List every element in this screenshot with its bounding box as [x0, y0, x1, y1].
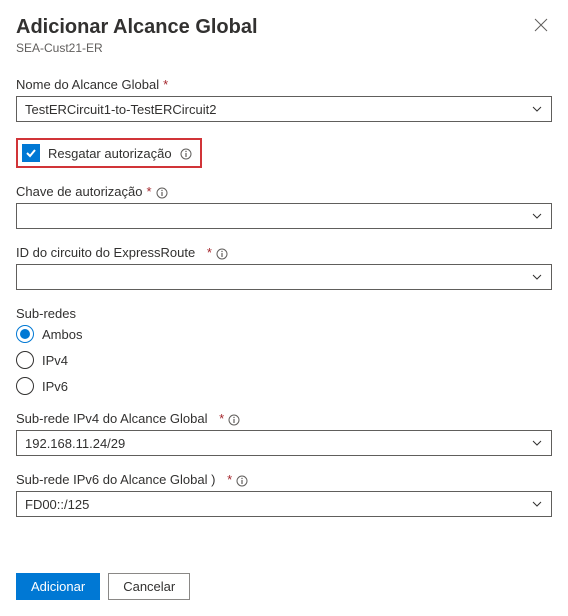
- ipv4subnet-dropdown[interactable]: 192.168.11.24/29: [16, 430, 552, 456]
- radio-both-label: Ambos: [42, 327, 82, 342]
- ipv6subnet-label-text: Sub-rede IPv6 do Alcance Global ): [16, 472, 215, 487]
- chevron-down-icon: [531, 210, 543, 222]
- required-indicator: *: [207, 245, 212, 260]
- ipv6subnet-label: Sub-rede IPv6 do Alcance Global ) *: [16, 472, 552, 487]
- info-icon[interactable]: [228, 411, 240, 426]
- radio-ipv6-label: IPv6: [42, 379, 68, 394]
- subnets-label-text: Sub-redes: [16, 306, 76, 321]
- ipv4subnet-label: Sub-rede IPv4 do Alcance Global *: [16, 411, 552, 426]
- add-button[interactable]: Adicionar: [16, 573, 100, 600]
- circuitid-label-text: ID do circuito do ExpressRoute: [16, 245, 195, 260]
- radio-ipv6[interactable]: IPv6: [16, 377, 552, 395]
- radio-both[interactable]: Ambos: [16, 325, 552, 343]
- cancel-button[interactable]: Cancelar: [108, 573, 190, 600]
- ipv6subnet-value: FD00::/125: [25, 497, 89, 512]
- required-indicator: *: [146, 184, 151, 199]
- subnets-label: Sub-redes: [16, 306, 552, 321]
- required-indicator: *: [219, 411, 224, 426]
- name-value: TestERCircuit1-to-TestERCircuit2: [25, 102, 216, 117]
- circuitid-label: ID do circuito do ExpressRoute *: [16, 245, 552, 260]
- close-icon[interactable]: [530, 16, 552, 39]
- required-indicator: *: [163, 77, 168, 92]
- info-icon[interactable]: [216, 245, 228, 260]
- radio-icon: [16, 325, 34, 343]
- page-title: Adicionar Alcance Global: [16, 16, 258, 39]
- ipv4subnet-label-text: Sub-rede IPv4 do Alcance Global: [16, 411, 208, 426]
- ipv6subnet-dropdown[interactable]: FD00::/125: [16, 491, 552, 517]
- ipv4subnet-value: 192.168.11.24/29: [25, 436, 125, 451]
- authkey-dropdown[interactable]: [16, 203, 552, 229]
- info-icon[interactable]: [236, 472, 248, 487]
- name-label: Nome do Alcance Global *: [16, 77, 552, 92]
- page-subtitle: SEA-Cust21-ER: [16, 41, 258, 55]
- info-icon[interactable]: [156, 184, 168, 199]
- chevron-down-icon: [531, 271, 543, 283]
- authkey-label: Chave de autorização *: [16, 184, 552, 199]
- radio-icon: [16, 377, 34, 395]
- info-icon[interactable]: [180, 146, 192, 161]
- chevron-down-icon: [531, 437, 543, 449]
- radio-ipv4[interactable]: IPv4: [16, 351, 552, 369]
- radio-ipv4-label: IPv4: [42, 353, 68, 368]
- name-label-text: Nome do Alcance Global: [16, 77, 159, 92]
- name-dropdown[interactable]: TestERCircuit1-to-TestERCircuit2: [16, 96, 552, 122]
- radio-icon: [16, 351, 34, 369]
- chevron-down-icon: [531, 103, 543, 115]
- required-indicator: *: [227, 472, 232, 487]
- chevron-down-icon: [531, 498, 543, 510]
- circuitid-dropdown[interactable]: [16, 264, 552, 290]
- authkey-label-text: Chave de autorização: [16, 184, 142, 199]
- redeem-checkbox[interactable]: [22, 144, 40, 162]
- redeem-label: Resgatar autorização: [48, 146, 172, 161]
- redeem-highlight: Resgatar autorização: [16, 138, 202, 168]
